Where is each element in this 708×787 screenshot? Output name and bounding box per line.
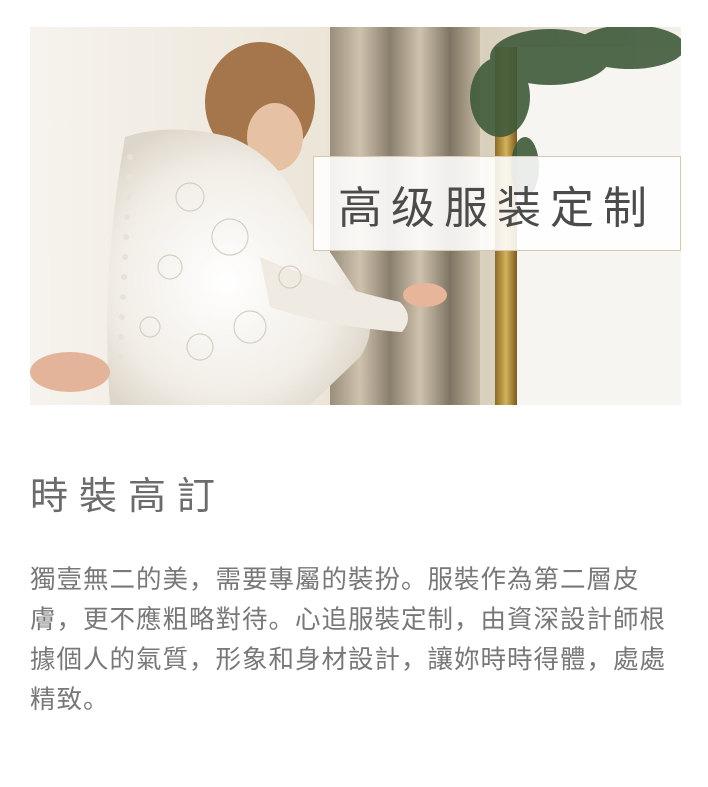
hero-title-box: 高级服装定制 <box>313 156 681 251</box>
hero-title: 高级服装定制 <box>338 182 656 234</box>
section-description: 獨壹無二的美，需要專屬的裝扮。服裝作為第二層皮膚，更不應粗略對待。心追服裝定制，… <box>30 565 667 715</box>
hero-image: 高级服装定制 <box>30 27 681 405</box>
section-title: 時裝高訂 <box>30 474 227 518</box>
